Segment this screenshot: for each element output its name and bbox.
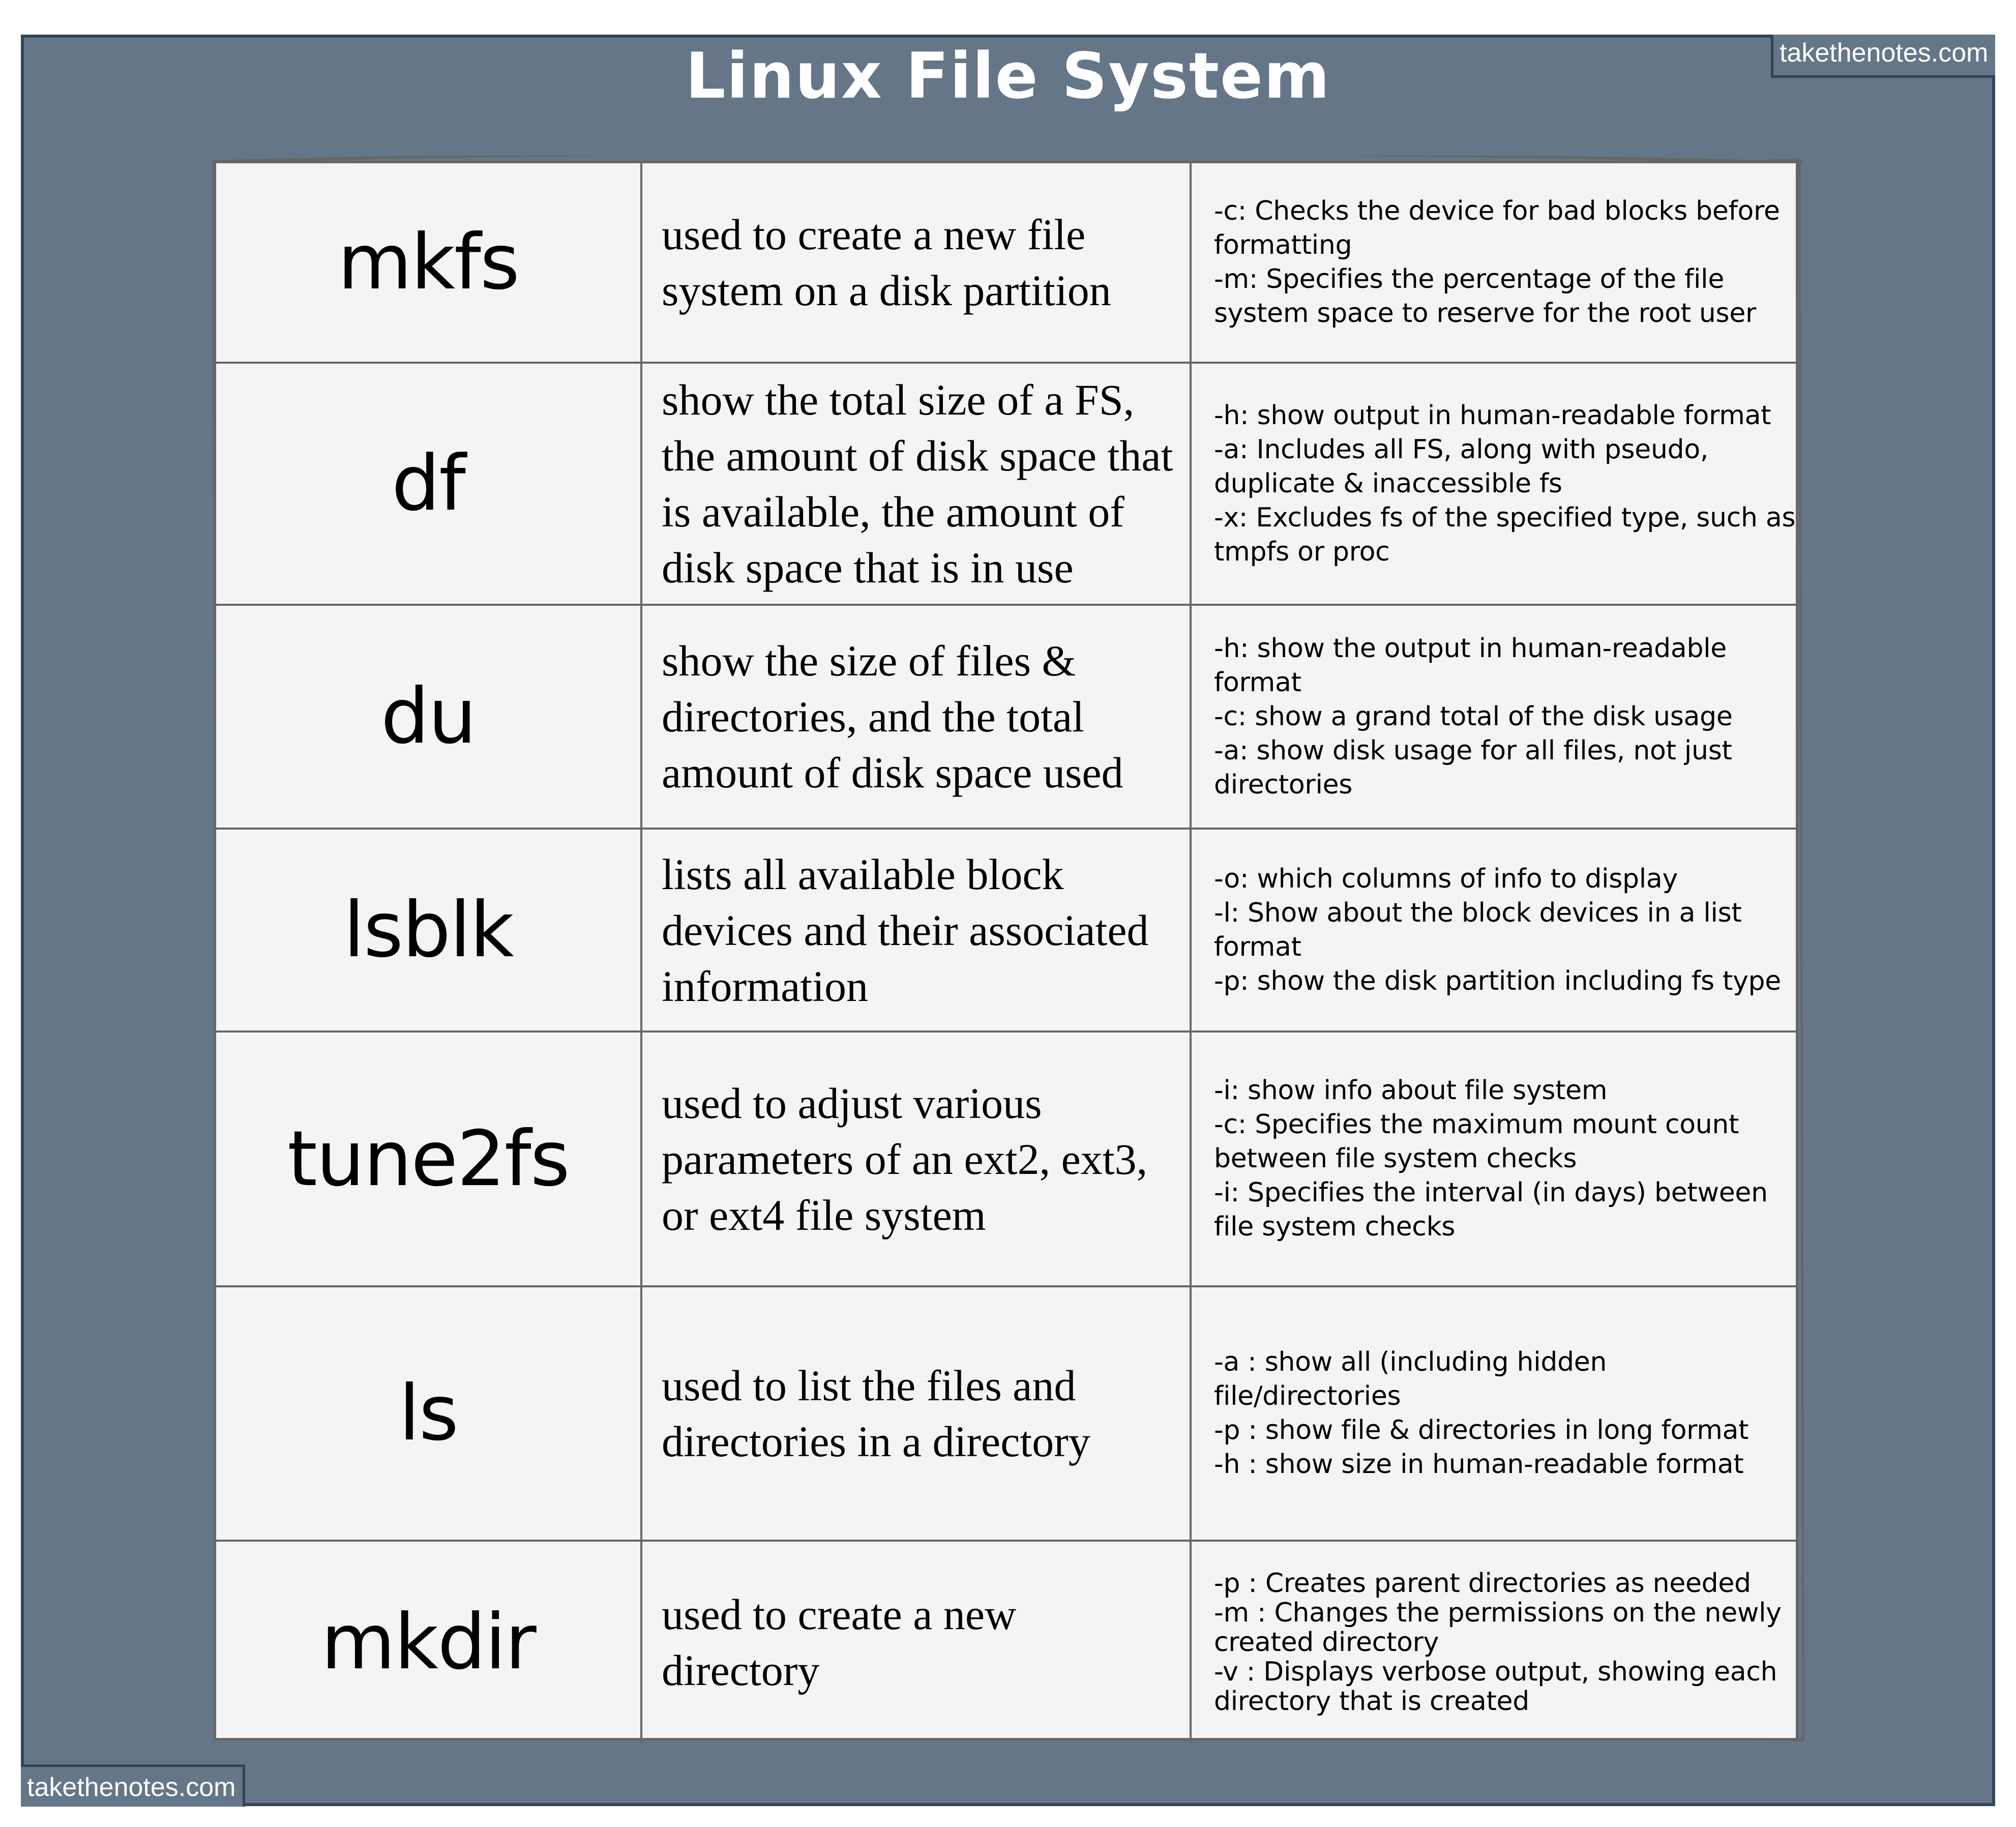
command-options: -a : show all (including hidden file/dir… (1192, 1287, 1796, 1542)
command-description: used to list the files and directories i… (642, 1287, 1192, 1542)
options-list: -p : Creates parent directories as neede… (1214, 1569, 1796, 1716)
options-list: -c: Checks the device for bad blocks bef… (1214, 194, 1796, 331)
option-item: -h: show output in human-readable format (1214, 400, 1771, 431)
command-name: df (216, 364, 642, 606)
command-options: -h: show the output in human-readable fo… (1192, 606, 1796, 830)
option-item: -c: Checks the device for bad blocks bef… (1214, 196, 1780, 260)
command-name: mkfs (216, 163, 642, 364)
option-item: -v : Displays verbose output, showing ea… (1214, 1657, 1777, 1717)
command-name: lsblk (216, 830, 642, 1033)
option-item: -p : Creates parent directories as neede… (1214, 1568, 1751, 1599)
command-name: ls (216, 1287, 642, 1542)
command-description: used to create a new directory (642, 1542, 1192, 1743)
command-description: used to adjust various parameters of an … (642, 1033, 1192, 1287)
option-item: -h : show size in human-readable format (1214, 1449, 1744, 1480)
option-item: -x: Excludes fs of the specified type, s… (1214, 502, 1796, 567)
options-list: -o: which columns of info to display -l: … (1214, 862, 1796, 998)
watermark-bottom-left: takethenotes.com (21, 1764, 245, 1807)
option-item: -a : show all (including hidden file/dir… (1214, 1347, 1607, 1411)
command-options: -c: Checks the device for bad blocks bef… (1192, 163, 1796, 364)
command-options: -h: show output in human-readable format… (1192, 364, 1796, 606)
option-item: -i: show info about file system (1214, 1075, 1608, 1106)
option-item: -m : Changes the permissions on the newl… (1214, 1598, 1782, 1658)
command-description: used to create a new file system on a di… (642, 163, 1192, 364)
option-item: -h: show the output in human-readable fo… (1214, 633, 1727, 698)
command-name: mkdir (216, 1542, 642, 1743)
command-name: du (216, 606, 642, 830)
command-options: -o: which columns of info to display -l: … (1192, 830, 1796, 1033)
option-item: -p: show the disk partition including fs… (1214, 965, 1781, 996)
option-item: -o: which columns of info to display (1214, 863, 1678, 894)
page-title: Linux File System (685, 40, 1331, 113)
command-description: show the size of files & directories, an… (642, 606, 1192, 830)
commands-table: mkfs used to create a new file system on … (214, 161, 1798, 1743)
options-list: -i: show info about file system -c: Speci… (1214, 1074, 1796, 1244)
command-description: lists all available block devices and th… (642, 830, 1192, 1033)
option-item: -c: show a grand total of the disk usage (1214, 701, 1733, 732)
option-item: -a: Includes all FS, along with pseudo, … (1214, 434, 1709, 499)
command-options: -i: show info about file system -c: Speci… (1192, 1033, 1796, 1287)
option-item: -l: Show about the block devices in a li… (1214, 897, 1742, 962)
options-list: -a : show all (including hidden file/dir… (1214, 1345, 1796, 1482)
command-options: -p : Creates parent directories as neede… (1192, 1542, 1796, 1743)
option-item: -c: Specifies the maximum mount count be… (1214, 1109, 1739, 1174)
options-list: -h: show the output in human-readable fo… (1214, 632, 1796, 802)
option-item: -p : show file & directories in long for… (1214, 1415, 1749, 1446)
options-list: -h: show output in human-readable format… (1214, 399, 1796, 569)
command-description: show the total size of a FS, the amount … (642, 364, 1192, 606)
option-item: -i: Specifies the interval (in days) bet… (1214, 1177, 1768, 1242)
watermark-top-right: takethenotes.com (1771, 35, 1995, 78)
option-item: -a: show disk usage for all files, not j… (1214, 735, 1732, 800)
command-name: tune2fs (216, 1033, 642, 1287)
option-item: -m: Specifies the percentage of the file… (1214, 264, 1757, 329)
